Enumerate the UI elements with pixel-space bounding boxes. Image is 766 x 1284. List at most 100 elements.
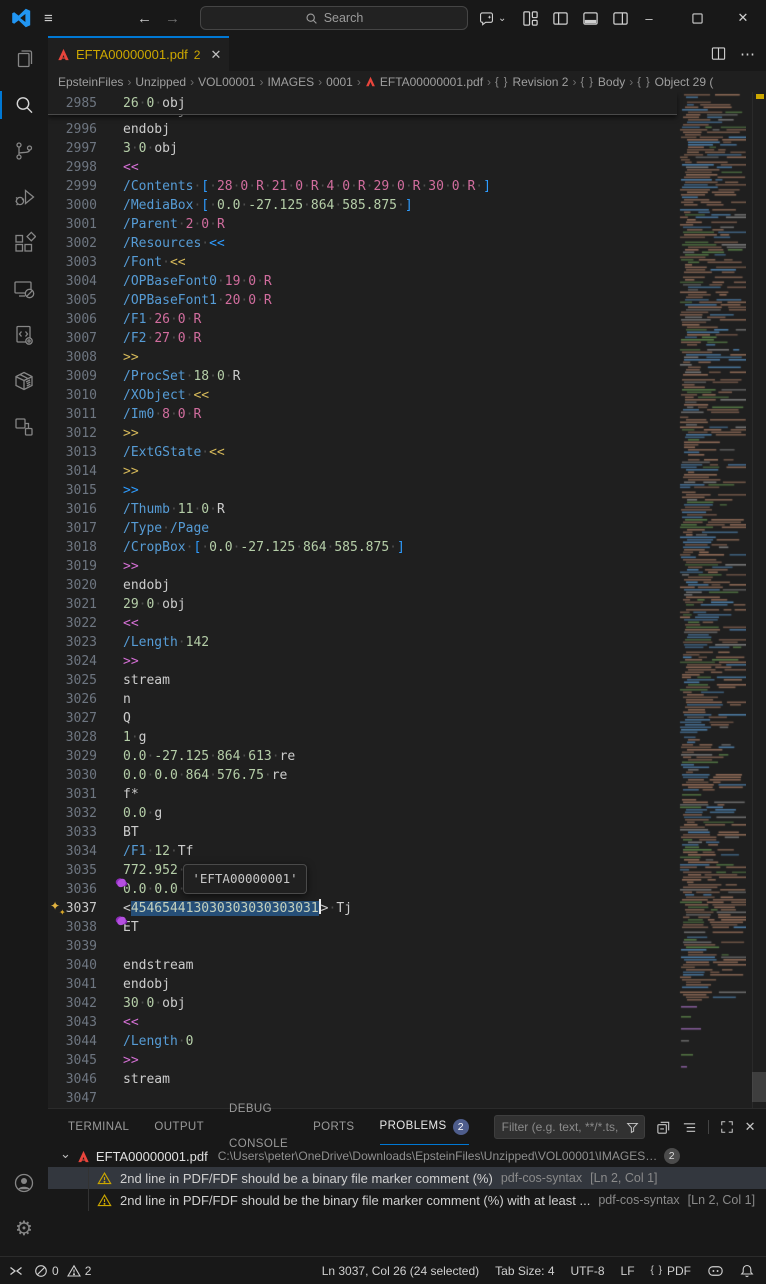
code-line[interactable]: 3006/F1·26·0·R xyxy=(48,310,678,329)
code-line[interactable]: 3037✦✦<454654413030303030303031>·Tj xyxy=(48,899,678,918)
tab-efta-pdf[interactable]: EFTA00000001.pdf 2 ✕ xyxy=(48,36,229,71)
tab-output[interactable]: OUTPUT xyxy=(154,1110,204,1145)
breadcrumb-item[interactable]: 0001 xyxy=(326,75,353,89)
sidebar-item-search[interactable] xyxy=(0,82,48,128)
code-line[interactable]: 3010/XObject·<< xyxy=(48,386,678,405)
breadcrumb-item[interactable]: IMAGES xyxy=(267,75,314,89)
code-line[interactable]: 3038ET xyxy=(48,918,678,937)
code-line[interactable]: 3000/MediaBox·[·0.0·-27.125·864·585.875·… xyxy=(48,196,678,215)
bell-icon[interactable] xyxy=(740,1264,754,1278)
split-editor-icon[interactable] xyxy=(711,46,726,61)
code-line[interactable]: 3003/Font·<< xyxy=(48,253,678,272)
code-line[interactable]: 3013/ExtGState·<< xyxy=(48,443,678,462)
code-line[interactable]: 3020endobj xyxy=(48,576,678,595)
tab-ports[interactable]: PORTS xyxy=(313,1110,354,1145)
remote-indicator[interactable] xyxy=(8,1264,24,1278)
code-line[interactable]: 3004/OPBaseFont0·19·0·R xyxy=(48,272,678,291)
code-line[interactable]: 302129·0·obj xyxy=(48,595,678,614)
cursor-position[interactable]: Ln 3037, Col 26 (24 selected) xyxy=(322,1264,479,1278)
code-line[interactable]: 3047 xyxy=(48,1089,678,1108)
sidebar-item-code-snippets[interactable] xyxy=(0,312,48,358)
code-line[interactable]: 304230·0·obj xyxy=(48,994,678,1013)
code-line[interactable]: 30300.0·0.0·864·576.75·re xyxy=(48,766,678,785)
more-actions-icon[interactable]: ⋯ xyxy=(740,45,756,63)
code-line[interactable]: 2998<< xyxy=(48,158,678,177)
toggle-sidebar-left-icon[interactable] xyxy=(552,10,569,27)
code-line[interactable]: 3033BT xyxy=(48,823,678,842)
code-editor[interactable]: 2996endobj29973·0·obj2998<<2999/Contents… xyxy=(48,92,766,1108)
code-line[interactable]: 3035772.952·20.125·Td xyxy=(48,861,678,880)
close-panel-icon[interactable]: ✕ xyxy=(745,1119,756,1135)
copilot-chat-button[interactable]: ⌄ xyxy=(478,0,506,36)
code-line[interactable]: 3012>> xyxy=(48,424,678,443)
code-line[interactable]: 3005/OPBaseFont1·20·0·R xyxy=(48,291,678,310)
problems-filter-input[interactable] xyxy=(500,1119,622,1135)
minimap[interactable] xyxy=(678,92,746,1108)
breadcrumb-item[interactable]: { }Object 29 ( xyxy=(637,75,713,89)
code-line[interactable]: 2996endobj xyxy=(48,120,678,139)
code-line[interactable]: 3025stream xyxy=(48,671,678,690)
code-line[interactable]: 299526·0·obj xyxy=(48,115,677,120)
settings-button[interactable]: ⚙ xyxy=(0,1206,48,1252)
problem-row[interactable]: 2nd line in PDF/FDF should be a binary f… xyxy=(48,1167,766,1189)
menu-icon[interactable]: ≡ xyxy=(44,0,53,36)
tab-close-icon[interactable]: ✕ xyxy=(210,47,221,63)
breadcrumb[interactable]: EpsteinFiles›Unzipped›VOL00001›IMAGES›00… xyxy=(48,71,766,92)
code-line[interactable]: 3018/CropBox·[·0.0·-27.125·864·585.875·] xyxy=(48,538,678,557)
tab-debug-console[interactable]: DEBUG CONSOLE xyxy=(229,1110,288,1145)
copilot-icon[interactable] xyxy=(707,1264,724,1278)
code-line[interactable]: 3011/Im0·8·0·R xyxy=(48,405,678,424)
code-line[interactable]: 3014>> xyxy=(48,462,678,481)
code-line[interactable]: 3019>> xyxy=(48,557,678,576)
sidebar-item-package[interactable] xyxy=(0,358,48,404)
breadcrumb-item[interactable]: EFTA00000001.pdf xyxy=(365,75,483,89)
code-line[interactable]: 3016/Thumb·11·0·R xyxy=(48,500,678,519)
maximize-panel-icon[interactable] xyxy=(720,1120,734,1134)
encoding-indicator[interactable]: UTF-8 xyxy=(571,1264,605,1278)
code-line[interactable]: 3008>> xyxy=(48,348,678,367)
code-line[interactable]: 3044/Length·0 xyxy=(48,1032,678,1051)
code-line[interactable]: 30290.0·-27.125·864·613·re xyxy=(48,747,678,766)
sidebar-item-source-control[interactable] xyxy=(0,128,48,174)
code-line[interactable]: 3041endobj xyxy=(48,975,678,994)
sidebar-item-remote-explorer[interactable] xyxy=(0,266,48,312)
code-line[interactable]: 3026n xyxy=(48,690,678,709)
problem-row[interactable]: 2nd line in PDF/FDF should be the binary… xyxy=(48,1189,766,1211)
code-line[interactable]: 3045>> xyxy=(48,1051,678,1070)
vscode-logo-icon[interactable] xyxy=(11,0,31,36)
tab-problems[interactable]: PROBLEMS 2 xyxy=(380,1110,469,1145)
breadcrumb-item[interactable]: { }Body xyxy=(580,75,625,89)
code-line[interactable]: 3039 xyxy=(48,937,678,956)
breadcrumb-item[interactable]: VOL00001 xyxy=(198,75,255,89)
problems-file-row[interactable]: ⌄ EFTA00000001.pdf C:\Users\peter\OneDri… xyxy=(48,1145,766,1167)
sticky-scroll-line[interactable]: 298526·0·obj xyxy=(48,92,677,115)
code-line[interactable]: 3034/F1·12·Tf xyxy=(48,842,678,861)
nav-forward-icon[interactable]: → xyxy=(165,0,180,36)
eol-indicator[interactable]: LF xyxy=(621,1264,635,1278)
toggle-panel-icon[interactable] xyxy=(582,10,599,27)
code-line[interactable]: 3023/Length·142 xyxy=(48,633,678,652)
code-line[interactable]: 2999/Contents·[·28·0·R·21·0·R·4·0·R·29·0… xyxy=(48,177,678,196)
language-mode[interactable]: { } PDF xyxy=(651,1264,691,1278)
accounts-button[interactable] xyxy=(0,1160,48,1206)
code-line[interactable]: 3002/Resources·<< xyxy=(48,234,678,253)
code-line[interactable]: 3001/Parent·2·0·R xyxy=(48,215,678,234)
tab-size-indicator[interactable]: Tab Size: 4 xyxy=(495,1264,554,1278)
code-line[interactable]: 3015>> xyxy=(48,481,678,500)
code-line[interactable]: 30320.0·g xyxy=(48,804,678,823)
code-line[interactable]: 3046stream xyxy=(48,1070,678,1089)
sidebar-item-explorer[interactable] xyxy=(0,36,48,82)
code-line[interactable]: 298526·0·obj xyxy=(48,92,677,113)
code-line[interactable]: 3009/ProcSet·18·0·R xyxy=(48,367,678,386)
maximize-button[interactable] xyxy=(674,0,720,36)
code-line[interactable]: 3040endstream xyxy=(48,956,678,975)
customize-layout-icon[interactable] xyxy=(522,10,539,27)
chevron-down-icon[interactable]: ⌄ xyxy=(60,1146,71,1162)
sidebar-item-extensions[interactable] xyxy=(0,220,48,266)
editor-scrollbar-slider[interactable] xyxy=(752,1072,766,1102)
code-line[interactable]: 3022<< xyxy=(48,614,678,633)
minimize-button[interactable]: – xyxy=(626,0,672,36)
code-line[interactable]: 3027Q xyxy=(48,709,678,728)
code-line[interactable]: 3017/Type·/Page xyxy=(48,519,678,538)
code-line[interactable]: 3031f* xyxy=(48,785,678,804)
